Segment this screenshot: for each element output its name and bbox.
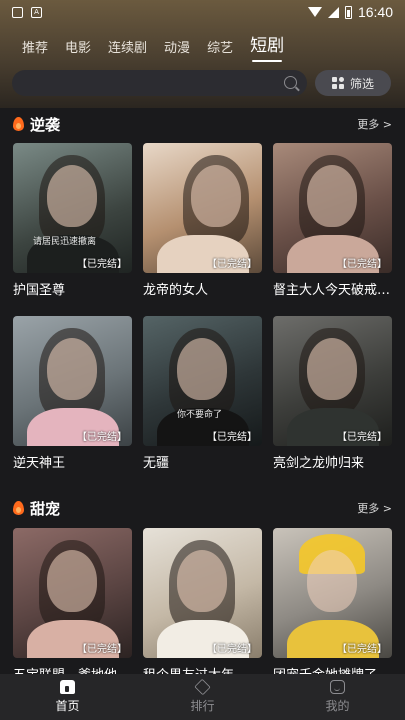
drama-card[interactable]: 【已完结】 逆天神王: [13, 316, 132, 471]
image-icon: [12, 6, 23, 18]
filter-label: 筛选: [349, 76, 374, 91]
card-title: 龙帝的女人: [143, 283, 209, 298]
card-title: 租个男友过大年: [143, 664, 262, 674]
nav-label: 排行: [190, 699, 215, 713]
poster-caption: 你不要命了: [177, 410, 223, 420]
card-title: 护国圣尊: [13, 283, 66, 298]
card-title: 团宠千金她摊牌了: [273, 664, 392, 674]
status-badge: 【已完结】: [77, 432, 127, 443]
tab-anime[interactable]: 动漫: [164, 37, 190, 62]
section-header-sweet: 甜宠 更多 >: [13, 494, 392, 522]
card-title: 无疆: [143, 456, 170, 471]
search-row: 筛选: [12, 70, 393, 96]
tab-recommend[interactable]: 推荐: [22, 37, 48, 62]
drama-card[interactable]: 【已完结】 督主大人今天破戒了吗: [273, 143, 392, 298]
section-title: 甜宠: [30, 499, 61, 518]
rank-icon: [194, 678, 211, 696]
card-title: 督主大人今天破戒了吗: [273, 283, 392, 298]
tab-series[interactable]: 连续剧: [108, 37, 147, 62]
poster-image: 请居民迅速撤离 【已完结】: [13, 143, 132, 273]
drama-card[interactable]: 你不要命了 【已完结】 无疆: [143, 316, 262, 471]
flame-icon: [13, 117, 24, 131]
profile-icon: [330, 680, 345, 694]
status-badge: 【已完结】: [77, 644, 127, 655]
filter-icon: [331, 77, 344, 89]
status-badge: 【已完结】: [207, 259, 257, 270]
card-title: 逆天神王: [13, 456, 66, 471]
poster-image: 【已完结】: [273, 316, 392, 446]
drama-card[interactable]: 【已完结】 龙帝的女人: [143, 143, 262, 298]
status-badge: 【已完结】: [337, 259, 387, 270]
status-bar: A 16:40: [0, 0, 405, 24]
bottom-navigation: 首页 排行 我的: [0, 674, 405, 720]
section-header-comeback: 逆袭 更多 >: [13, 110, 392, 138]
filter-button[interactable]: 筛选: [315, 70, 391, 96]
signal-icon: [327, 6, 339, 18]
nav-home[interactable]: 首页: [18, 680, 118, 714]
poster-image: 【已完结】: [143, 143, 262, 273]
status-time: 16:40: [357, 4, 393, 20]
wifi-icon: [307, 7, 322, 17]
poster-image: 【已完结】: [273, 143, 392, 273]
status-badge: 【已完结】: [207, 432, 257, 443]
tab-short-drama[interactable]: 短剧: [250, 31, 284, 62]
poster-image: 【已完结】: [13, 316, 132, 446]
tab-variety[interactable]: 综艺: [207, 37, 233, 62]
poster-image: 【已完结】: [13, 528, 132, 658]
search-input[interactable]: [12, 70, 307, 96]
card-title: 五宝联盟，爹地他: [13, 664, 132, 674]
battery-icon: [344, 5, 352, 19]
flame-icon: [13, 501, 24, 515]
more-link[interactable]: 更多 >: [357, 116, 392, 132]
card-title: 亮剑之龙帅归来: [273, 456, 365, 471]
nav-label: 首页: [55, 699, 80, 713]
more-link[interactable]: 更多 >: [357, 500, 392, 516]
home-icon: [60, 680, 75, 694]
status-badge: 【已完结】: [337, 644, 387, 655]
drama-card[interactable]: 请居民迅速撤离 【已完结】 护国圣尊: [13, 143, 132, 298]
poster-caption: 请居民迅速撤离: [33, 237, 97, 247]
drama-card[interactable]: 【已完结】 亮剑之龙帅归来: [273, 316, 392, 471]
status-badge: 【已完结】: [207, 644, 257, 655]
poster-image: 【已完结】: [143, 528, 262, 658]
nav-mine[interactable]: 我的: [288, 680, 388, 714]
a-icon: A: [31, 6, 42, 18]
status-badge: 【已完结】: [77, 259, 127, 270]
nav-ranking[interactable]: 排行: [153, 678, 253, 714]
status-badge: 【已完结】: [337, 432, 387, 443]
poster-image: 你不要命了 【已完结】: [143, 316, 262, 446]
search-icon[interactable]: [284, 76, 297, 89]
content-feed: 逆袭 更多 > 请居民迅速撤离 【已完结】 护国圣尊 【已完结】 龙帝的女人 【…: [0, 108, 405, 674]
drama-card[interactable]: 【已完结】 团宠千金她摊牌了: [273, 528, 392, 674]
nav-label: 我的: [325, 699, 350, 713]
poster-image: 【已完结】: [273, 528, 392, 658]
section-title: 逆袭: [30, 115, 61, 134]
category-tabs: 推荐 电影 连续剧 动漫 综艺 短剧: [0, 30, 405, 62]
drama-card[interactable]: 【已完结】 租个男友过大年: [143, 528, 262, 674]
drama-card[interactable]: 【已完结】 五宝联盟，爹地他: [13, 528, 132, 674]
tab-movies[interactable]: 电影: [65, 37, 91, 62]
